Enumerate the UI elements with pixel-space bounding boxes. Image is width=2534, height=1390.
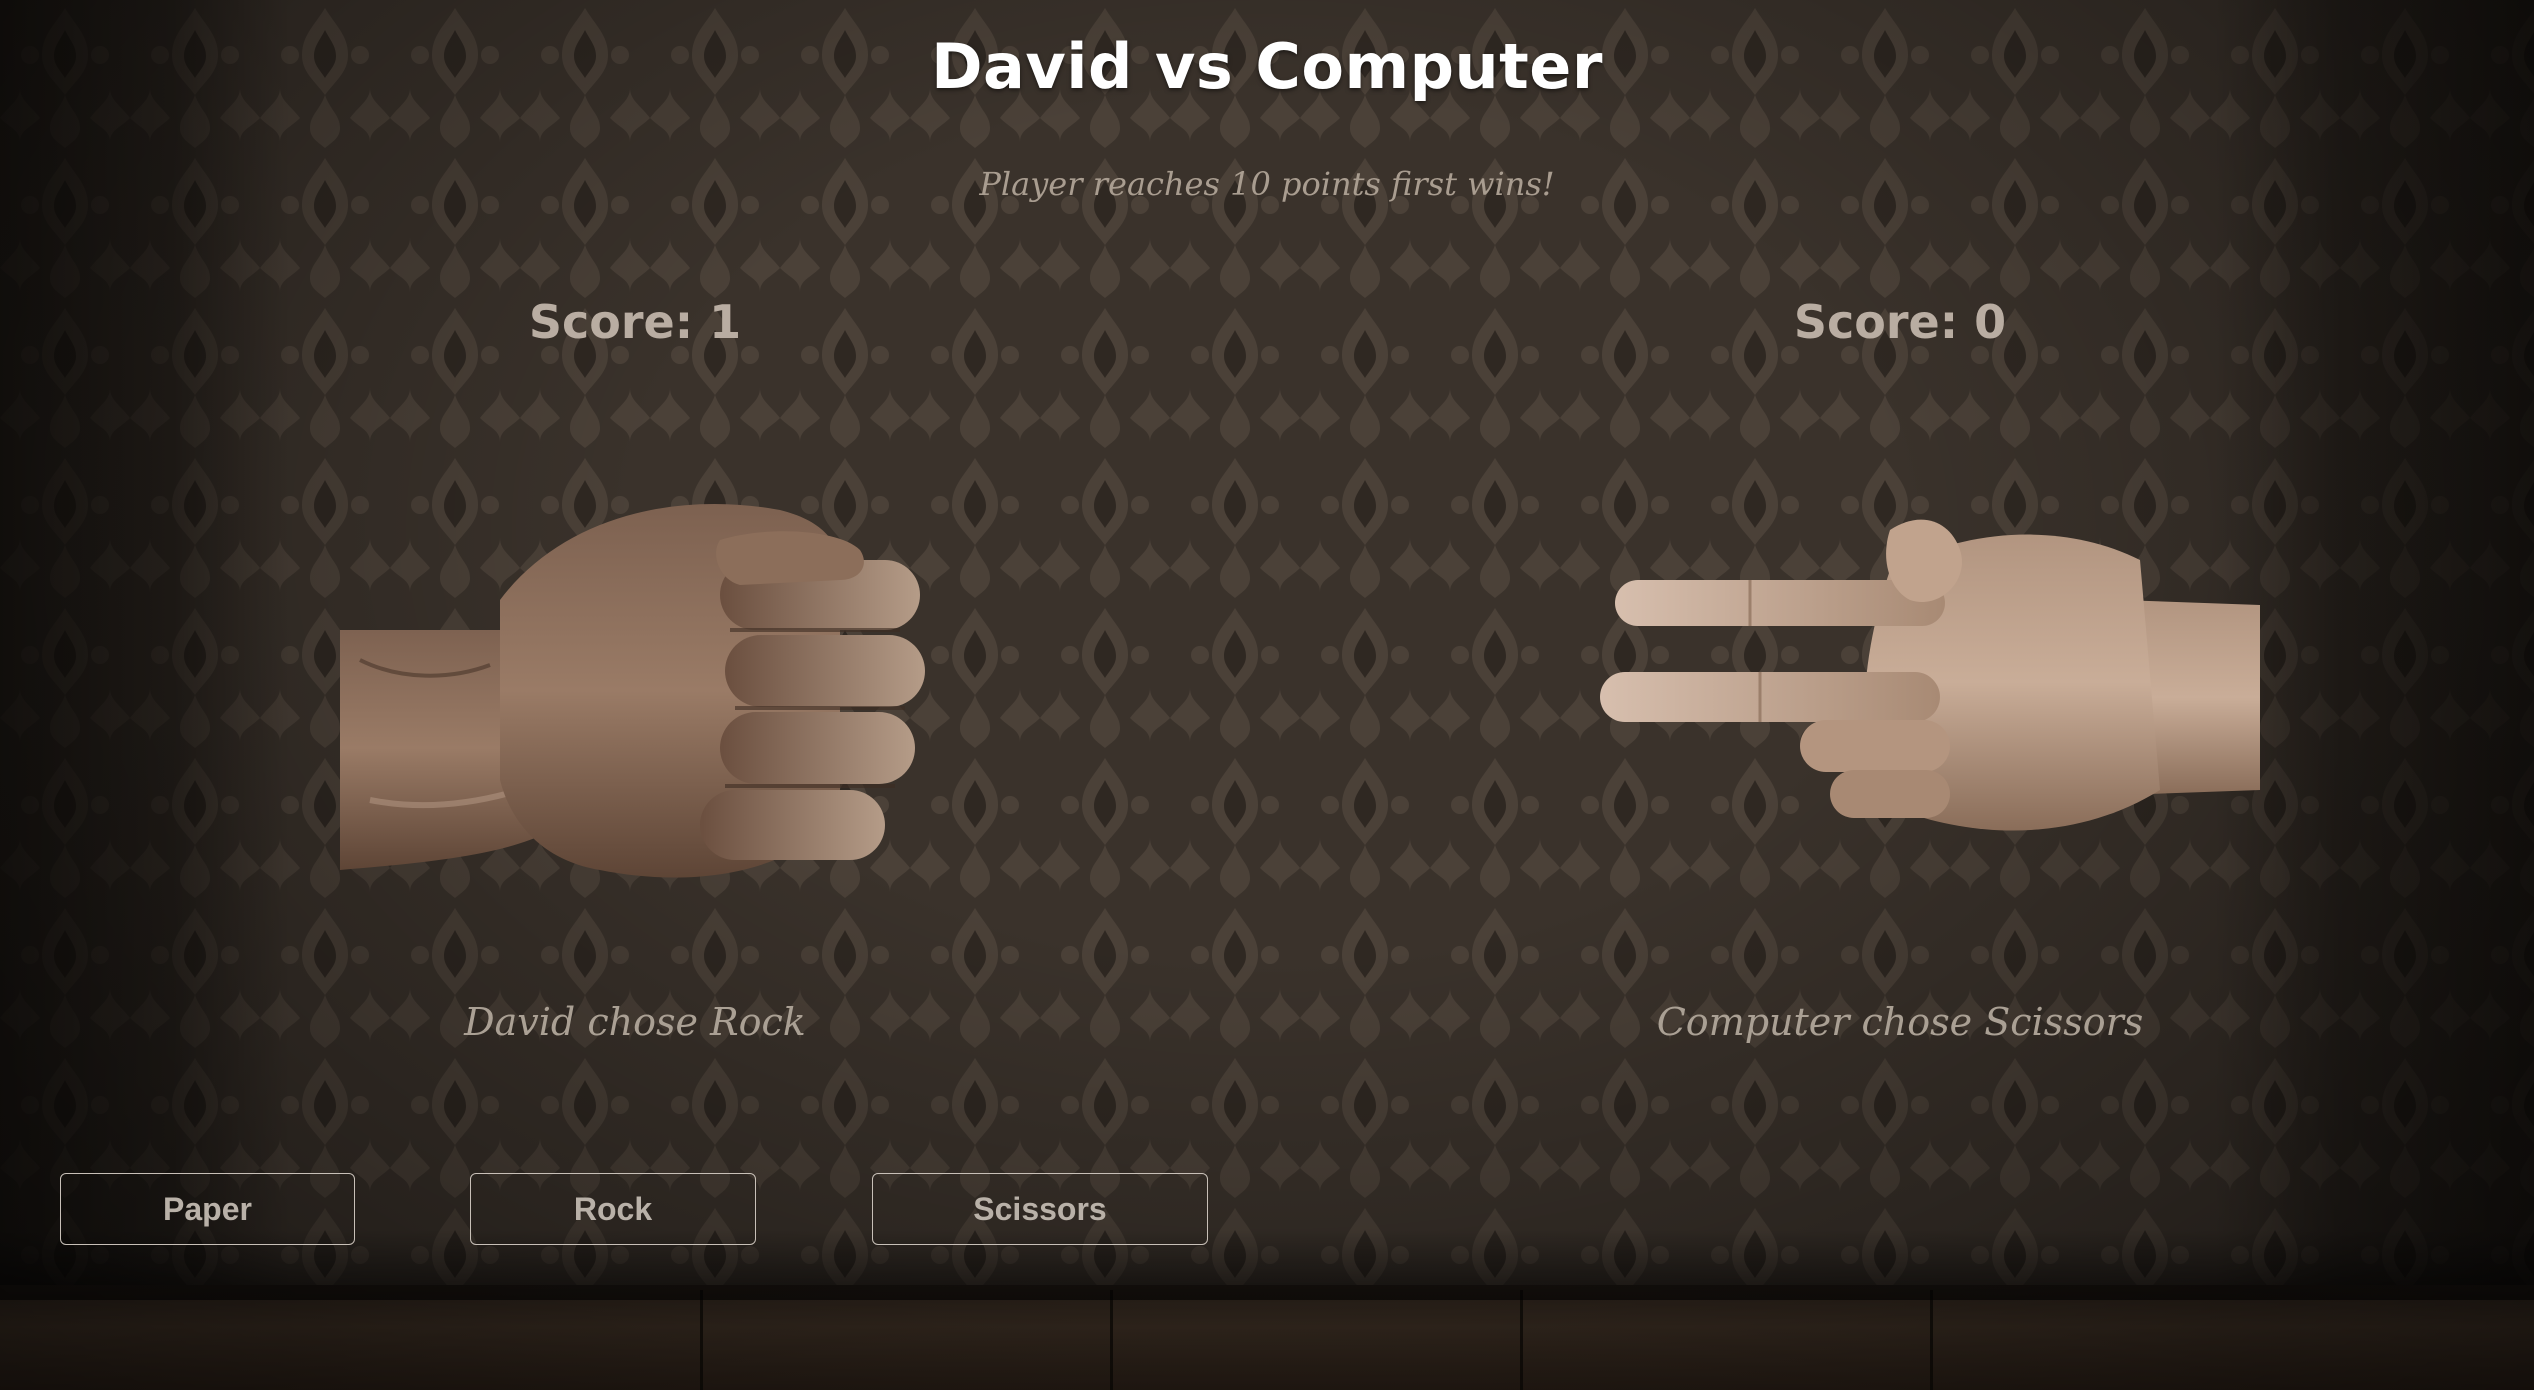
computer-choice-text: Computer chose Scissors <box>1656 1000 2144 1044</box>
game-rules-subtitle: Player reaches 10 points first wins! <box>979 165 1555 203</box>
rock-button[interactable]: Rock <box>470 1173 756 1245</box>
scissors-button[interactable]: Scissors <box>872 1173 1208 1245</box>
game-stage: David vs Computer Player reaches 10 poin… <box>0 0 2534 1390</box>
computer-score: Score: 0 <box>1793 295 2007 349</box>
paper-button[interactable]: Paper <box>60 1173 355 1245</box>
player-score: Score: 1 <box>528 295 742 349</box>
player-rock-hand-icon <box>340 480 940 900</box>
page-title: David vs Computer <box>931 30 1603 103</box>
player-choice-text: David chose Rock <box>464 1000 806 1044</box>
computer-scissors-hand-icon <box>1600 490 2260 860</box>
